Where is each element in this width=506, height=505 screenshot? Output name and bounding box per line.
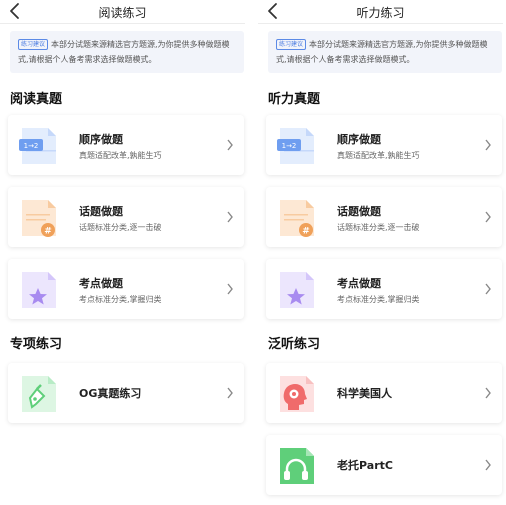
card-subtitle: 真题适配改革,孰能生巧 [79,151,162,160]
section-title-special: 专项练习 [10,337,63,352]
pen-doc-icon [22,376,56,412]
card-keypoint-practice[interactable]: 考点做题 考点标准分类,掌握归类 [266,259,502,319]
section-title-reading: 阅读真题 [10,92,63,107]
section-title-extensive-listening: 泛听练习 [268,337,321,352]
sequence-doc-icon: 1→2 [19,128,56,164]
card-subtitle: 话题标准分类,逐一击破 [337,223,420,232]
headphones-doc-icon [280,448,314,484]
svg-text:#: # [302,227,310,237]
chevron-right-icon [485,139,491,151]
nav-bar: 阅读练习 [0,0,245,24]
card-topic-practice[interactable]: # 话题做题 话题标准分类,逐一击破 [8,187,244,247]
chevron-right-icon [227,139,233,151]
chevron-right-icon [227,387,233,399]
head-doc-icon [280,376,314,412]
card-toefl-partc[interactable]: 老托PartC [266,435,502,495]
svg-text:1→2: 1→2 [24,142,39,150]
sequence-doc-icon: 1→2 [277,128,314,164]
star-doc-icon [280,272,314,308]
listening-practice-screen: 听力练习 练习建议 本部分试题来源精选官方题源,为你提供多种做题模式,请根据个人备… [258,0,503,505]
notice-text: 本部分试题来源精选官方题源,为你提供多种做题模式,请根据个人备考需求选择做题模式… [18,40,230,64]
svg-text:#: # [44,227,52,237]
page-title: 阅读练习 [98,6,147,20]
notice-tag: 练习建议 [276,39,307,50]
page-title: 听力练习 [356,6,405,20]
chevron-right-icon [485,283,491,295]
card-title: 考点做题 [79,277,123,290]
card-title: 科学美国人 [337,387,392,400]
practice-notice: 练习建议 本部分试题来源精选官方题源,为你提供多种做题模式,请根据个人备考需求选择… [10,31,244,73]
card-title: 顺序做题 [337,133,381,146]
card-title: 考点做题 [337,277,381,290]
card-keypoint-practice[interactable]: 考点做题 考点标准分类,掌握归类 [8,259,244,319]
card-og-practice[interactable]: OG真题练习 [8,363,244,423]
reading-practice-screen: 阅读练习 练习建议 本部分试题来源精选官方题源,为你提供多种做题模式,请根据个人备… [0,0,245,505]
practice-notice: 练习建议 本部分试题来源精选官方题源,为你提供多种做题模式,请根据个人备考需求选择… [268,31,502,73]
chevron-right-icon [227,211,233,223]
nav-bar: 听力练习 [258,0,503,24]
card-sequence-practice[interactable]: 1→2 顺序做题 真题适配改革,孰能生巧 [266,115,502,175]
section-title-listening: 听力真题 [268,92,321,107]
card-scientific-american[interactable]: 科学美国人 [266,363,502,423]
card-title: 老托PartC [337,459,393,472]
card-subtitle: 考点标准分类,掌握归类 [79,295,162,304]
card-subtitle: 真题适配改革,孰能生巧 [337,151,420,160]
card-title: OG真题练习 [79,387,142,400]
topic-doc-icon: # [22,200,56,237]
card-subtitle: 话题标准分类,逐一击破 [79,223,162,232]
star-doc-icon [22,272,56,308]
chevron-right-icon [485,211,491,223]
notice-tag: 练习建议 [18,39,49,50]
notice-text: 本部分试题来源精选官方题源,为你提供多种做题模式,请根据个人备考需求选择做题模式… [276,40,488,64]
chevron-right-icon [485,387,491,399]
card-title: 顺序做题 [79,133,123,146]
card-subtitle: 考点标准分类,掌握归类 [337,295,420,304]
chevron-right-icon [485,459,491,471]
card-title: 话题做题 [79,205,123,218]
screenshot: 阅读练习 练习建议 本部分试题来源精选官方题源,为你提供多种做题模式,请根据个人备… [0,0,506,505]
card-sequence-practice[interactable]: 1→2 顺序做题 真题适配改革,孰能生巧 [8,115,244,175]
card-title: 话题做题 [337,205,381,218]
card-topic-practice[interactable]: # 话题做题 话题标准分类,逐一击破 [266,187,502,247]
chevron-right-icon [227,283,233,295]
svg-text:1→2: 1→2 [282,142,297,150]
topic-doc-icon: # [280,200,314,237]
